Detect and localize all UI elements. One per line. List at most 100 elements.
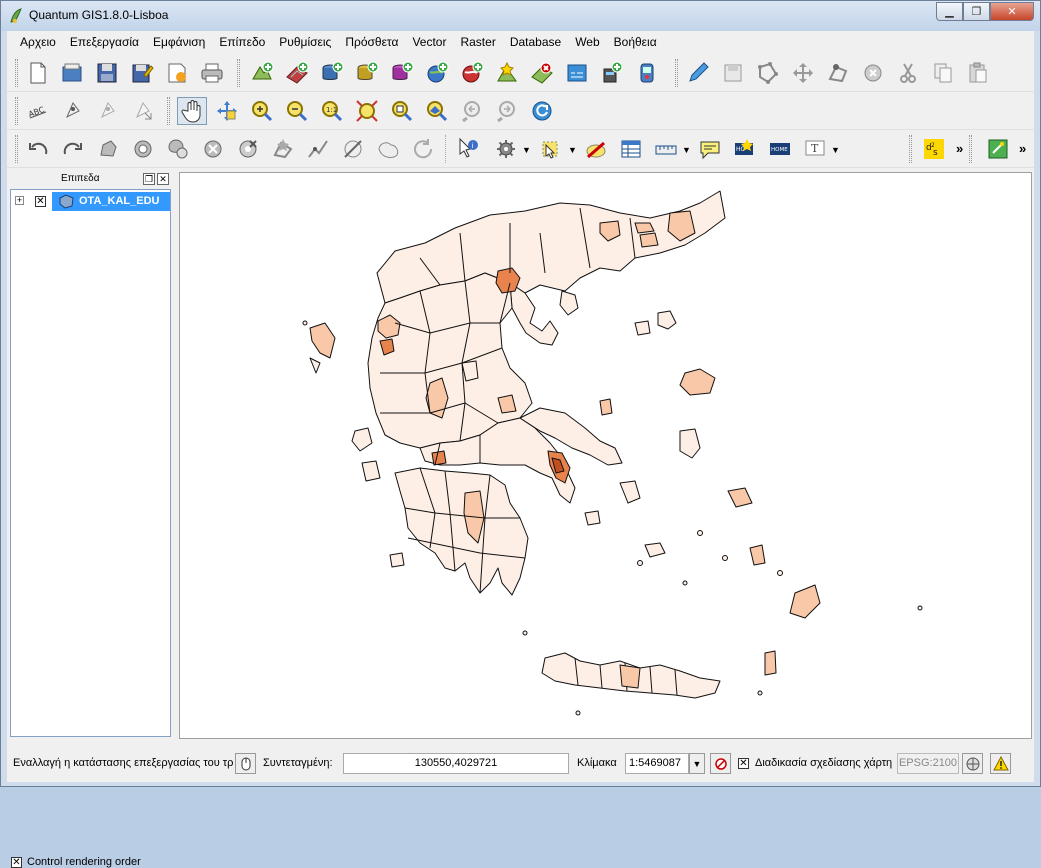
toggle-extents-mouse-icon[interactable] — [235, 753, 256, 774]
d2s-plugin-icon[interactable]: ds2 — [919, 135, 949, 163]
measure-line-icon[interactable] — [651, 135, 681, 163]
map-canvas[interactable] — [179, 172, 1032, 739]
toolbar-grip[interactable] — [15, 135, 18, 163]
toolbar-grip[interactable] — [15, 97, 18, 125]
identify-features-icon[interactable]: i — [453, 135, 483, 163]
remove-layer-icon[interactable] — [527, 59, 557, 87]
toolbar-grip[interactable] — [675, 59, 678, 87]
menu-vector[interactable]: Vector — [405, 31, 453, 53]
open-project-icon[interactable] — [57, 59, 87, 87]
toolbar-grip[interactable] — [237, 59, 240, 87]
save-edits-icon[interactable] — [718, 59, 748, 87]
scale-combobox[interactable]: 1:5469087 — [625, 753, 689, 774]
add-raster-layer-icon[interactable] — [282, 59, 312, 87]
warning-icon[interactable] — [990, 753, 1011, 774]
open-attribute-table-icon[interactable] — [616, 135, 646, 163]
text-annotation-icon[interactable]: T — [800, 135, 830, 163]
delete-selected-icon[interactable] — [858, 59, 888, 87]
toolbar-overflow-button[interactable]: » — [1019, 141, 1026, 156]
add-ring-icon[interactable] — [128, 135, 158, 163]
print-icon[interactable] — [197, 59, 227, 87]
new-shapefile-layer-icon[interactable] — [492, 59, 522, 87]
projection-button[interactable]: EPSG:2100 — [897, 753, 959, 774]
toolbar-grip[interactable] — [15, 59, 18, 87]
delete-part-icon[interactable] — [233, 135, 263, 163]
layer-visibility-checkbox[interactable]: ✕ — [35, 196, 46, 207]
show-bookmarks-icon[interactable]: HOME — [765, 135, 795, 163]
deselect-all-icon[interactable] — [581, 135, 611, 163]
add-spatialite-layer-icon[interactable] — [352, 59, 382, 87]
restore-button[interactable]: ❐ — [963, 2, 990, 21]
redo-icon[interactable] — [58, 135, 88, 163]
add-vector-layer-icon[interactable] — [247, 59, 277, 87]
map-tips-icon[interactable] — [695, 135, 725, 163]
menu-plugins[interactable]: Πρόσθετα — [338, 31, 405, 53]
rotate-point-symbols-icon[interactable] — [408, 135, 438, 163]
annotation-dropdown[interactable]: ▼ — [831, 145, 840, 155]
coordinate-field[interactable]: 130550,4029721 — [343, 753, 569, 774]
close-button[interactable]: ✕ — [990, 2, 1034, 21]
menu-file[interactable]: Αρχειο — [13, 31, 63, 53]
pan-to-selection-icon[interactable] — [212, 97, 242, 125]
zoom-full-icon[interactable] — [352, 97, 382, 125]
python-console-icon[interactable] — [983, 135, 1013, 163]
save-project-icon[interactable] — [92, 59, 122, 87]
menu-edit[interactable]: Επεξεργασία — [63, 31, 146, 53]
toolbar-grip[interactable] — [167, 97, 170, 125]
zoom-last-icon[interactable] — [457, 97, 487, 125]
add-wfs-layer-icon[interactable] — [597, 59, 627, 87]
move-feature-icon[interactable] — [788, 59, 818, 87]
projection-globe-icon[interactable] — [962, 753, 983, 774]
show-hide-labels-icon[interactable] — [93, 97, 123, 125]
zoom-to-layer-icon[interactable] — [422, 97, 452, 125]
new-project-icon[interactable] — [23, 59, 53, 87]
zoom-in-icon[interactable] — [247, 97, 277, 125]
delete-ring-icon[interactable] — [198, 135, 228, 163]
save-as-icon[interactable] — [127, 59, 157, 87]
menu-layer[interactable]: Επίπεδο — [212, 31, 272, 53]
offset-curve-icon[interactable] — [303, 135, 333, 163]
float-panel-button[interactable]: ❐ — [143, 173, 155, 185]
toolbar-overflow-button[interactable]: » — [956, 141, 963, 156]
add-part-icon[interactable] — [163, 135, 193, 163]
merge-features-icon[interactable] — [373, 135, 403, 163]
menu-database[interactable]: Database — [503, 31, 568, 53]
pan-map-icon[interactable] — [177, 97, 207, 125]
layer-item[interactable]: + ✕ OTA_KAL_EDU — [11, 192, 170, 211]
stop-rendering-icon[interactable] — [710, 753, 731, 774]
new-print-composer-icon[interactable] — [162, 59, 192, 87]
measure-dropdown[interactable]: ▼ — [682, 145, 691, 155]
run-action-icon[interactable] — [491, 135, 521, 163]
add-feature-icon[interactable] — [753, 59, 783, 87]
select-features-dropdown[interactable]: ▼ — [568, 145, 577, 155]
zoom-out-icon[interactable] — [282, 97, 312, 125]
undo-icon[interactable] — [23, 135, 53, 163]
render-order-checkbox[interactable]: ✕ — [11, 857, 22, 868]
zoom-to-selection-icon[interactable] — [387, 97, 417, 125]
close-panel-button[interactable]: ✕ — [157, 173, 169, 185]
menu-view[interactable]: Εμφάνιση — [146, 31, 212, 53]
toolbar-grip[interactable] — [909, 135, 912, 163]
split-features-icon[interactable] — [338, 135, 368, 163]
expand-layer-icon[interactable]: + — [15, 196, 24, 205]
reshape-features-icon[interactable] — [268, 135, 298, 163]
menu-raster[interactable]: Raster — [453, 31, 502, 53]
toolbar-grip[interactable] — [969, 135, 972, 163]
minimize-button[interactable]: ▁ — [936, 2, 963, 21]
add-mssql-layer-icon[interactable] — [387, 59, 417, 87]
select-features-icon[interactable] — [535, 135, 565, 163]
scale-dropdown-icon[interactable]: ▼ — [689, 753, 705, 774]
label-tool-icon[interactable]: ABC — [23, 97, 53, 125]
add-wcs-layer-icon[interactable] — [457, 59, 487, 87]
simplify-feature-icon[interactable] — [93, 135, 123, 163]
node-tool-icon[interactable] — [823, 59, 853, 87]
layer-tree[interactable]: + ✕ OTA_KAL_EDU — [10, 189, 171, 737]
pin-labels-icon[interactable] — [58, 97, 88, 125]
refresh-icon[interactable] — [527, 97, 557, 125]
menu-settings[interactable]: Ρυθμίσεις — [272, 31, 338, 53]
menu-help[interactable]: Βοήθεια — [607, 31, 664, 53]
menu-web[interactable]: Web — [568, 31, 606, 53]
toggle-editing-icon[interactable] — [683, 59, 713, 87]
cut-features-icon[interactable] — [893, 59, 923, 87]
run-action-dropdown[interactable]: ▼ — [522, 145, 531, 155]
